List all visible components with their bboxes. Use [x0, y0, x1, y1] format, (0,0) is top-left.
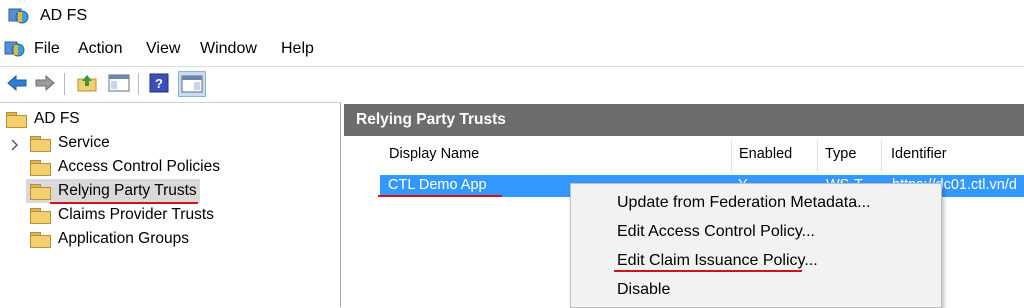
annotation-underline	[614, 270, 802, 272]
menu-item-edit-access-control-policy[interactable]: Edit Access Control Policy...	[617, 223, 815, 241]
menu-item-disable[interactable]: Disable	[617, 281, 670, 299]
folder-icon	[6, 111, 27, 128]
column-header-enabled[interactable]: Enabled	[739, 146, 792, 162]
column-header-identifier[interactable]: Identifier	[891, 146, 947, 162]
back-icon[interactable]	[4, 71, 30, 95]
show-hide-action-pane-icon[interactable]	[178, 71, 206, 97]
menu-action[interactable]: Action	[78, 40, 122, 58]
column-header-type[interactable]: Type	[825, 146, 856, 162]
context-menu: Update from Federation Metadata... Edit …	[570, 183, 942, 308]
folder-icon	[30, 135, 51, 152]
toolbar-separator	[138, 73, 139, 95]
cell-display-name: CTL Demo App	[388, 177, 487, 193]
column-header-display-name[interactable]: Display Name	[389, 146, 479, 162]
chevron-right-icon[interactable]	[10, 139, 20, 151]
column-divider[interactable]	[817, 140, 818, 172]
menu-file[interactable]: File	[34, 40, 60, 58]
tree-root-adfs[interactable]: AD FS	[6, 108, 80, 130]
menu-item-update-from-federation-metadata[interactable]: Update from Federation Metadata...	[617, 194, 870, 212]
menu-window[interactable]: Window	[200, 40, 257, 58]
folder-icon	[30, 207, 51, 224]
folder-icon	[30, 159, 51, 176]
column-divider[interactable]	[881, 140, 882, 172]
tree-item-access-control-policies[interactable]: Access Control Policies	[30, 156, 220, 178]
forward-icon[interactable]	[32, 71, 58, 95]
tree-item-label: Claims Provider Trusts	[58, 206, 214, 223]
tree-item-service[interactable]: Service	[30, 132, 110, 154]
results-pane-title: Relying Party Trusts	[356, 111, 506, 128]
help-icon[interactable]: ?	[146, 71, 172, 95]
tree-root-label: AD FS	[34, 110, 80, 127]
up-folder-icon[interactable]	[74, 71, 100, 95]
column-divider[interactable]	[731, 140, 732, 172]
toolbar-separator	[64, 73, 65, 95]
tree-item-label: Application Groups	[58, 230, 189, 247]
adfs-app-icon	[8, 8, 29, 24]
toolbar: ?	[0, 66, 1024, 101]
tree-item-label: Relying Party Trusts	[58, 182, 197, 199]
tree-item-application-groups[interactable]: Application Groups	[30, 228, 189, 250]
menu-item-edit-claim-issuance-policy[interactable]: Edit Claim Issuance Policy...	[617, 252, 818, 270]
menu-bar: File Action View Window Help	[0, 36, 1024, 64]
menu-help[interactable]: Help	[281, 40, 314, 58]
adfs-menu-icon[interactable]	[4, 39, 26, 59]
title-bar: AD FS	[0, 0, 1024, 34]
tree-item-label: Access Control Policies	[58, 158, 220, 175]
tree-item-claims-provider-trusts[interactable]: Claims Provider Trusts	[30, 204, 214, 226]
tree-item-label: Service	[58, 134, 110, 151]
annotation-underline	[378, 195, 502, 197]
folder-icon	[30, 183, 51, 200]
show-hide-console-tree-icon[interactable]	[106, 71, 132, 95]
window-title: AD FS	[40, 7, 88, 24]
tree-item-relying-party-trusts[interactable]: Relying Party Trusts	[30, 180, 197, 202]
menu-view[interactable]: View	[146, 40, 180, 58]
svg-text:?: ?	[155, 76, 163, 91]
results-pane-header: Relying Party Trusts	[344, 104, 1024, 136]
folder-icon	[30, 231, 51, 248]
